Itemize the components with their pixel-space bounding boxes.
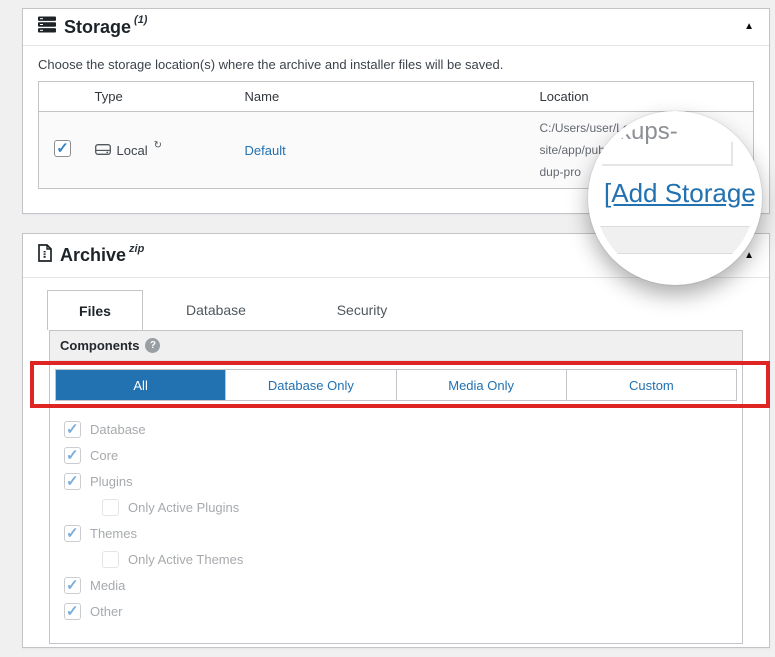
- hard-drive-icon: [94, 143, 111, 158]
- storage-type-cell: Local ↻: [94, 139, 229, 158]
- tab-security[interactable]: Security: [289, 290, 435, 330]
- storage-col-type: Type: [86, 81, 237, 112]
- mode-custom-button[interactable]: Custom: [566, 370, 736, 400]
- storage-name-link[interactable]: Default: [245, 143, 286, 158]
- components-header: Components ?: [50, 331, 742, 361]
- archive-panel: Archive zip ▲ Files Database Security Co…: [22, 233, 770, 648]
- checkbox-label: Core: [90, 448, 119, 463]
- component-row-themes: Themes: [64, 521, 742, 546]
- tab-files[interactable]: Files: [47, 290, 143, 330]
- archive-format-superscript: zip: [129, 242, 145, 255]
- component-row-only-active-plugins: Only Active Plugins: [102, 495, 742, 520]
- checkbox-label: Themes: [90, 526, 137, 541]
- rotation-icon: ↻: [153, 139, 162, 151]
- themes-checkbox[interactable]: [64, 524, 81, 542]
- components-label: Components: [60, 338, 140, 353]
- storage-col-location: Location: [531, 81, 754, 112]
- magnifier-circle-annotation: ckups- [Add Storage]: [588, 111, 762, 285]
- component-row-plugins: Plugins: [64, 469, 742, 494]
- other-checkbox[interactable]: [64, 602, 81, 620]
- storage-col-name: Name: [236, 81, 532, 112]
- media-checkbox[interactable]: [64, 576, 81, 594]
- component-row-core: Core: [64, 443, 742, 468]
- storage-count-superscript: (1): [134, 14, 148, 26]
- component-row-only-active-themes: Only Active Themes: [102, 547, 742, 572]
- magnified-path-fragment: ckups-: [607, 118, 678, 145]
- storage-col-checkbox: [38, 81, 87, 112]
- storage-panel-header: Storage (1) ▲: [23, 9, 769, 46]
- storage-table-header-row: Type Name Location: [38, 81, 754, 112]
- component-row-other: Other: [64, 599, 742, 624]
- files-tab-content: Components ? All Database Only Media Onl…: [49, 330, 743, 644]
- storage-description: Choose the storage location(s) where the…: [38, 57, 504, 72]
- checkbox-label: Database: [90, 422, 146, 437]
- help-icon[interactable]: ?: [145, 338, 161, 353]
- storage-row-checkbox[interactable]: [54, 139, 72, 157]
- checkbox-label: Media: [90, 578, 126, 593]
- checkbox-label: Only Active Themes: [128, 552, 244, 567]
- tab-database[interactable]: Database: [143, 290, 289, 330]
- storage-type-label: Local: [116, 142, 148, 158]
- archive-tabs: Files Database Security: [47, 290, 756, 330]
- core-checkbox[interactable]: [64, 446, 81, 464]
- component-row-database: Database: [64, 417, 742, 442]
- zip-file-icon: [38, 244, 52, 267]
- component-row-media: Media: [64, 573, 742, 598]
- component-mode-group: All Database Only Media Only Custom: [55, 369, 737, 401]
- components-checklist: Database Core Plugins Only Active Plugin…: [50, 401, 742, 624]
- checkbox-label: Other: [90, 604, 123, 619]
- mode-database-only-button[interactable]: Database Only: [226, 370, 397, 400]
- checkbox-label: Plugins: [90, 474, 133, 489]
- server-stack-icon: [38, 16, 56, 38]
- only-active-themes-checkbox[interactable]: [102, 551, 119, 568]
- archive-collapse-button[interactable]: ▲: [744, 250, 754, 261]
- database-checkbox[interactable]: [64, 420, 81, 438]
- plugins-checkbox[interactable]: [64, 472, 81, 490]
- archive-panel-title: Archive: [60, 245, 127, 265]
- magnified-add-storage-link[interactable]: [Add Storage]: [604, 178, 755, 209]
- only-active-plugins-checkbox[interactable]: [102, 499, 119, 516]
- mode-all-button[interactable]: All: [56, 370, 227, 400]
- storage-panel-title: Storage: [64, 16, 132, 37]
- mode-media-only-button[interactable]: Media Only: [396, 370, 567, 400]
- storage-collapse-button[interactable]: ▲: [744, 22, 754, 32]
- magnified-divider: [595, 226, 755, 254]
- checkbox-label: Only Active Plugins: [128, 500, 240, 515]
